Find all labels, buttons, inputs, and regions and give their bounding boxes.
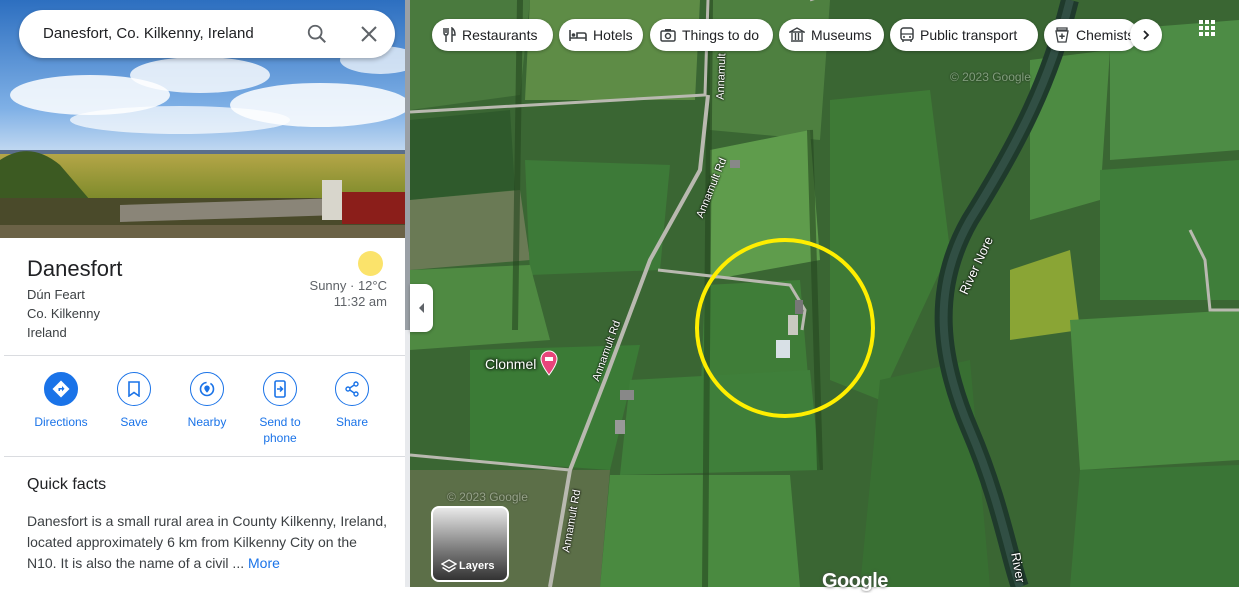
quick-facts-body: Danesfort is a small rural area in Count… [27,513,388,571]
divider [4,456,405,457]
camera-icon [660,29,676,42]
chip-museums[interactable]: Museums [779,19,884,51]
quick-facts-title: Quick facts [27,476,107,493]
chevron-left-icon [419,303,424,313]
divider [4,355,405,356]
address-line: Dún Feart [27,287,85,302]
share-icon [345,381,359,397]
nearby-icon [199,381,215,397]
send-to-phone-icon [274,380,286,398]
nearby-button[interactable]: Nearby [172,372,242,430]
sun-icon [358,251,383,276]
hotel-pin-icon[interactable] [540,350,558,376]
layers-button[interactable]: Layers [431,506,509,582]
weather-condition: Sunny · 12°C [309,278,387,293]
weather-info: Sunny · 12°C 11:32 am [310,278,387,310]
collapse-panel-button[interactable] [410,284,433,332]
chip-public-transport[interactable]: Public transport [890,19,1038,51]
bus-icon [900,27,914,42]
chip-hotels[interactable]: Hotels [559,19,643,51]
map-watermark: © 2023 Google [447,490,528,504]
send-to-phone-button[interactable]: Send to phone [245,372,315,446]
weather-time: 11:32 am [333,294,387,309]
directions-button[interactable]: Directions [26,372,96,430]
satellite-map[interactable] [410,0,1239,587]
address-line: Co. Kilkenny [27,306,100,321]
chips-next-button[interactable] [1130,19,1162,51]
share-button[interactable]: Share [317,372,387,430]
map-watermark: © 2023 Google [950,70,1031,84]
address-line: Ireland [27,325,67,340]
museum-icon [789,27,805,42]
quick-facts-text: Danesfort is a small rural area in Count… [27,511,387,574]
chip-things-to-do[interactable]: Things to do [650,19,773,51]
google-logo: Google [822,570,888,592]
chevron-right-icon [1143,30,1150,40]
bed-icon [569,30,587,41]
place-panel: Danesfort, Co. Kilkenny, Ireland Danesfo… [0,0,410,587]
place-label[interactable]: Clonmel [485,356,536,372]
place-title: Danesfort [27,256,123,281]
close-icon[interactable] [359,24,379,44]
layers-label: Layers [459,560,495,572]
save-button[interactable]: Save [99,372,169,430]
chip-restaurants[interactable]: Restaurants [432,19,553,51]
apps-grid-icon[interactable] [1198,19,1216,37]
more-link[interactable]: More [248,555,280,571]
search-input[interactable]: Danesfort, Co. Kilkenny, Ireland [43,25,254,42]
bookmark-icon [128,381,140,397]
directions-icon [52,380,70,398]
layers-icon [441,559,457,573]
pharmacy-icon [1055,27,1069,43]
search-box[interactable]: Danesfort, Co. Kilkenny, Ireland [19,10,395,58]
search-icon[interactable] [306,23,328,45]
fork-knife-icon [443,27,456,42]
chip-chemists[interactable]: Chemists [1044,19,1138,51]
